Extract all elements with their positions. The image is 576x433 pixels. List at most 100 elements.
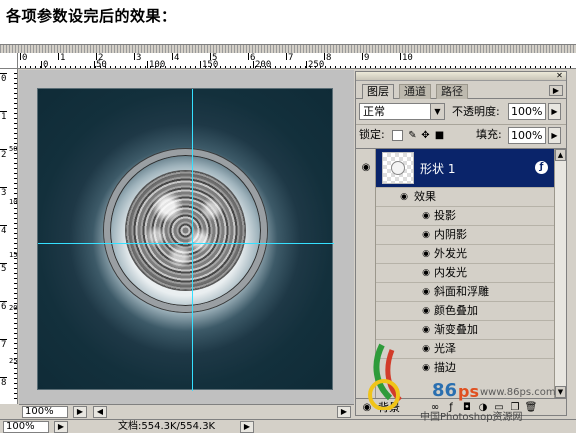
effect-row[interactable]: ◉ 渐变叠加: [376, 320, 554, 339]
eye-icon[interactable]: ◉: [420, 287, 432, 297]
eye-icon[interactable]: ◉: [420, 268, 432, 278]
fill-field[interactable]: 100%: [508, 127, 546, 144]
status-bar: 100% ▶ 文档:554.3K/554.3K ▶: [0, 419, 576, 433]
ruler-tick: [0, 263, 7, 264]
move-lock-icon[interactable]: ✥: [420, 130, 431, 141]
new-group-icon[interactable]: ▭: [492, 401, 506, 414]
effects-label: 效果: [414, 190, 436, 203]
vertical-ruler[interactable]: 01234567850100150200250: [0, 69, 18, 404]
mask-icon[interactable]: ◘: [460, 401, 474, 414]
ruler-tick: [58, 53, 59, 60]
eye-icon[interactable]: ◉: [420, 325, 432, 335]
ruler-tick: [324, 53, 325, 60]
link-icon[interactable]: ∞: [428, 401, 442, 414]
layers-scrollbar[interactable]: ▲ ▼: [554, 149, 566, 398]
document-zoom-field[interactable]: 100%: [22, 406, 68, 418]
scroll-down-button[interactable]: ▼: [555, 386, 566, 398]
ruler-tick: [253, 61, 254, 68]
opacity-slider-button[interactable]: ▶: [548, 103, 561, 120]
palette-tabs: 图层 通道 路径 ▶: [356, 82, 566, 99]
ruler-inch-label: 0: [22, 53, 28, 63]
lock-all-icon[interactable]: ■: [434, 130, 445, 141]
background-layer-label[interactable]: 背景: [378, 399, 400, 415]
document-canvas-area[interactable]: [19, 70, 354, 404]
fill-label: 填充:: [476, 128, 502, 141]
palette-menu-button[interactable]: ▶: [549, 85, 563, 96]
effect-row[interactable]: ◉ 投影: [376, 206, 554, 225]
document-canvas[interactable]: [37, 88, 334, 391]
close-icon[interactable]: ✕: [555, 72, 564, 80]
eye-icon[interactable]: ◉: [360, 401, 374, 414]
eye-icon[interactable]: ◉: [420, 344, 432, 354]
palette-title-bar[interactable]: ✕: [356, 72, 566, 81]
effect-row[interactable]: ◉ 外发光: [376, 244, 554, 263]
ruler-pixel-label: 100: [9, 198, 18, 206]
ruler-tick: [0, 339, 7, 340]
effect-row[interactable]: ◉ 内发光: [376, 263, 554, 282]
effect-row[interactable]: ◉ 描边: [376, 358, 554, 377]
vertical-guide[interactable]: [192, 89, 193, 391]
ruler-corner[interactable]: [0, 53, 18, 69]
tab-channels[interactable]: 通道: [399, 84, 431, 99]
ruler-tick: [248, 53, 249, 60]
ruler-tick: [0, 111, 7, 112]
effect-label: 颜色叠加: [434, 304, 478, 317]
ruler-tick: [0, 377, 7, 378]
chevron-down-icon: ▼: [430, 104, 444, 119]
document-info-arrow-button[interactable]: ▶: [73, 406, 87, 418]
tab-layers[interactable]: 图层: [362, 84, 394, 99]
ruler-tick: [41, 61, 42, 68]
scroll-left-button[interactable]: ◀: [93, 406, 107, 418]
eye-icon[interactable]: ◉: [398, 192, 410, 202]
ruler-inch-label: 9: [364, 53, 370, 63]
add-style-icon[interactable]: ƒ: [444, 401, 458, 414]
effect-row[interactable]: ◉ 内阴影: [376, 225, 554, 244]
eye-icon[interactable]: ◉: [420, 230, 432, 240]
ruler-inch-label: 10: [402, 53, 413, 63]
horizontal-guide[interactable]: [38, 243, 334, 244]
effect-label: 投影: [434, 209, 456, 222]
scroll-right-button[interactable]: ▶: [337, 406, 351, 418]
brush-lock-icon[interactable]: ✎: [407, 130, 418, 141]
lock-label: 锁定:: [359, 128, 385, 141]
status-menu-button[interactable]: ▶: [240, 421, 254, 433]
palette-bottom-bar: ◉ 背景 ∞ ƒ ◘ ◑ ▭ ❐ 🗑: [356, 398, 566, 415]
horizontal-ruler[interactable]: 0 1 2 3 4 5 6 7 8 9 10 0 50 100 150 200 250: [18, 53, 576, 69]
status-zoom-field[interactable]: 100%: [3, 421, 49, 433]
effect-row[interactable]: ◉ 斜面和浮雕: [376, 282, 554, 301]
lock-transparency-icon[interactable]: [392, 130, 403, 141]
adjustment-layer-icon[interactable]: ◑: [476, 401, 490, 414]
eye-icon[interactable]: ◉: [420, 363, 432, 373]
effects-group-row[interactable]: ◉ 效果: [376, 187, 554, 206]
effect-row[interactable]: ◉ 颜色叠加: [376, 301, 554, 320]
ruler-tick: [400, 53, 401, 60]
eye-icon[interactable]: ◉: [359, 162, 373, 173]
ruler-tick: [0, 301, 7, 302]
ruler-tick: [0, 225, 7, 226]
scroll-up-button[interactable]: ▲: [555, 149, 566, 161]
new-layer-icon[interactable]: ❐: [508, 401, 522, 414]
ruler-pixel-label: 100: [149, 60, 166, 69]
layer-effects-icon[interactable]: ƒ: [535, 161, 548, 174]
status-info-button[interactable]: ▶: [54, 421, 68, 433]
lock-row: 锁定: ✎ ✥ ■ 填充: 100% ▶: [356, 124, 566, 145]
blend-mode-select[interactable]: 正常 ▼: [359, 103, 445, 120]
effect-label: 内阴影: [434, 228, 467, 241]
layer-row-shape[interactable]: 形状 1 ƒ: [376, 149, 554, 187]
ruler-inch-label: 7: [288, 53, 294, 63]
ruler-tick: [172, 53, 173, 60]
fill-slider-button[interactable]: ▶: [548, 127, 561, 144]
eye-icon[interactable]: ◉: [420, 306, 432, 316]
eye-icon[interactable]: ◉: [420, 249, 432, 259]
effect-row[interactable]: ◉ 光泽: [376, 339, 554, 358]
opacity-field[interactable]: 100%: [508, 103, 546, 120]
layer-name[interactable]: 形状 1: [420, 160, 455, 177]
ruler-tick: [134, 53, 135, 60]
tab-paths[interactable]: 路径: [436, 84, 468, 99]
ruler-tick: [0, 187, 7, 188]
ruler-pixel-label: 200: [255, 60, 272, 69]
ruler-inch-label: 7: [1, 340, 7, 350]
trash-icon[interactable]: 🗑: [524, 401, 538, 414]
ruler-tick: [362, 53, 363, 60]
eye-icon[interactable]: ◉: [420, 211, 432, 221]
